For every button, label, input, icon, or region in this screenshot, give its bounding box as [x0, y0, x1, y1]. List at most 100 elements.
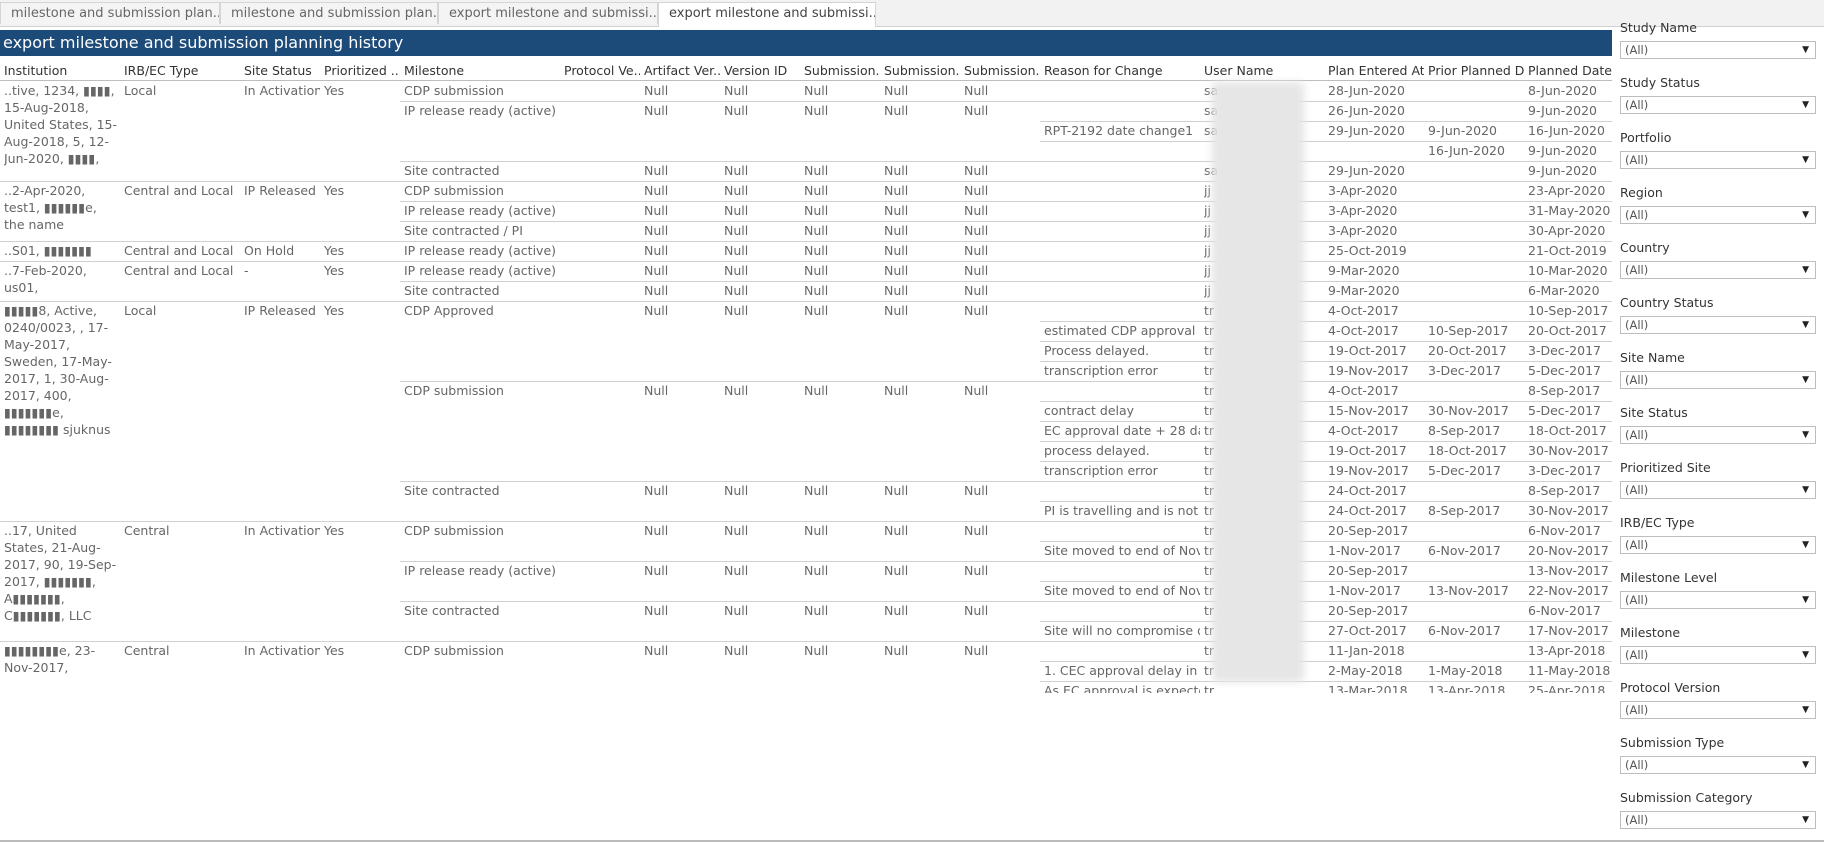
cell-institution: ..S01, ▮▮▮▮▮▮▮: [4, 243, 92, 258]
cell-artifact: Null: [644, 643, 669, 658]
filter-dropdown[interactable]: (All) ▼: [1620, 151, 1816, 169]
filter-dropdown[interactable]: (All) ▼: [1620, 536, 1816, 554]
filter-label: Submission Type: [1620, 735, 1725, 750]
chevron-down-icon[interactable]: ▼: [1802, 702, 1809, 718]
cell-entered: 29-Jun-2020: [1328, 163, 1405, 178]
cell-entered: 20-Sep-2017: [1328, 563, 1409, 578]
cell-sub1: Null: [804, 303, 829, 318]
sheet-tab-bar: milestone and submission plan... mileston…: [0, 0, 1824, 27]
cell-artifact: Null: [644, 83, 669, 98]
filter-value: (All): [1625, 373, 1649, 387]
filter-dropdown[interactable]: (All) ▼: [1620, 206, 1816, 224]
chevron-down-icon[interactable]: ▼: [1802, 647, 1809, 663]
milestone-divider: [400, 161, 1612, 162]
filter-value: (All): [1625, 813, 1649, 827]
chevron-down-icon[interactable]: ▼: [1802, 97, 1809, 113]
cell-sub2: Null: [884, 523, 909, 538]
row-divider: [1040, 441, 1612, 442]
sheet-tab-2[interactable]: milestone and submission plan...: [220, 2, 438, 24]
column-header-6[interactable]: Protocol Ve..: [564, 63, 640, 78]
column-header-13[interactable]: User Name: [1204, 63, 1324, 78]
filter-dropdown[interactable]: (All) ▼: [1620, 481, 1816, 499]
chevron-down-icon[interactable]: ▼: [1802, 537, 1809, 553]
cell-reason: 1. CEC approval delay in d..: [1044, 663, 1200, 678]
column-header-14[interactable]: Plan Entered At: [1328, 63, 1424, 78]
chevron-down-icon[interactable]: ▼: [1802, 152, 1809, 168]
column-header-16[interactable]: Planned Date: [1528, 63, 1612, 78]
cell-sub2: Null: [884, 483, 909, 498]
filter-dropdown[interactable]: (All) ▼: [1620, 811, 1816, 829]
chevron-down-icon[interactable]: ▼: [1802, 262, 1809, 278]
cell-milestone: CDP submission: [404, 183, 504, 198]
filter-label: Study Name: [1620, 20, 1697, 35]
milestone-divider: [400, 101, 1612, 102]
cell-site-status: In Activation: [244, 523, 320, 538]
filter-value: (All): [1625, 703, 1649, 717]
cell-entered: 29-Jun-2020: [1328, 123, 1405, 138]
filter-dropdown[interactable]: (All) ▼: [1620, 261, 1816, 279]
chevron-down-icon[interactable]: ▼: [1802, 207, 1809, 223]
column-header-7[interactable]: Artifact Ver..: [644, 63, 720, 78]
cell-artifact: Null: [644, 563, 669, 578]
row-divider: [1040, 541, 1612, 542]
chevron-down-icon[interactable]: ▼: [1802, 757, 1809, 773]
cell-sub2: Null: [884, 643, 909, 658]
cell-sub2: Null: [884, 263, 909, 278]
cell-sub2: Null: [884, 603, 909, 618]
sheet-tab-1[interactable]: milestone and submission plan...: [0, 2, 220, 24]
sheet-tab-4[interactable]: export milestone and submissi...: [658, 2, 876, 27]
filter-label: Site Status: [1620, 405, 1688, 420]
cell-sub1: Null: [804, 103, 829, 118]
column-header-12[interactable]: Reason for Change: [1044, 63, 1200, 78]
filter-dropdown[interactable]: (All) ▼: [1620, 96, 1816, 114]
filter-value: (All): [1625, 648, 1649, 662]
filter-dropdown[interactable]: (All) ▼: [1620, 41, 1816, 59]
sheet-tab-3[interactable]: export milestone and submissi...: [438, 2, 658, 24]
filter-dropdown[interactable]: (All) ▼: [1620, 371, 1816, 389]
column-header-4[interactable]: Prioritized ..: [324, 63, 400, 78]
column-header-10[interactable]: Submission..: [884, 63, 960, 78]
cell-version: Null: [724, 203, 749, 218]
cell-planned: 9-Jun-2020: [1528, 143, 1598, 158]
chevron-down-icon[interactable]: ▼: [1802, 812, 1809, 828]
column-header-8[interactable]: Version ID: [724, 63, 800, 78]
cell-artifact: Null: [644, 103, 669, 118]
filter-dropdown[interactable]: (All) ▼: [1620, 591, 1816, 609]
filter-dropdown[interactable]: (All) ▼: [1620, 701, 1816, 719]
cell-reason: PI is travelling and is not ..: [1044, 503, 1200, 518]
chevron-down-icon[interactable]: ▼: [1802, 42, 1809, 58]
cell-milestone: Site contracted: [404, 603, 500, 618]
cell-institution: ▮▮▮▮▮▮▮▮e, 23-Nov-2017,: [4, 643, 96, 675]
filter-dropdown[interactable]: (All) ▼: [1620, 646, 1816, 664]
cell-sub2: Null: [884, 203, 909, 218]
cell-version: Null: [724, 163, 749, 178]
chevron-down-icon[interactable]: ▼: [1802, 592, 1809, 608]
filter-dropdown[interactable]: (All) ▼: [1620, 316, 1816, 334]
group-divider: [0, 301, 1612, 302]
column-header-15[interactable]: Prior Planned D..: [1428, 63, 1524, 78]
chevron-down-icon[interactable]: ▼: [1802, 482, 1809, 498]
cell-planned: 18-Oct-2017: [1528, 423, 1607, 438]
chevron-down-icon[interactable]: ▼: [1802, 317, 1809, 333]
chevron-down-icon[interactable]: ▼: [1802, 372, 1809, 388]
column-header-3[interactable]: Site Status: [244, 63, 320, 78]
filter-dropdown[interactable]: (All) ▼: [1620, 756, 1816, 774]
column-header-1[interactable]: Institution: [4, 63, 120, 78]
cell-planned: 8-Jun-2020: [1528, 83, 1598, 98]
cell-prior: 13-Apr-2018: [1428, 683, 1506, 693]
cell-planned: 6-Mar-2020: [1528, 283, 1600, 298]
cell-planned: 5-Dec-2017: [1528, 363, 1601, 378]
cell-sub2: Null: [884, 223, 909, 238]
cell-institution: ..17, United States, 21-Aug-2017, 90, 19…: [4, 523, 117, 623]
cell-planned: 6-Nov-2017: [1528, 603, 1601, 618]
column-header-11[interactable]: Submission..: [964, 63, 1040, 78]
column-header-5[interactable]: Milestone: [404, 63, 560, 78]
data-table[interactable]: Institution IRB/EC Type Site Status Priorit…: [0, 58, 1612, 693]
cell-version: Null: [724, 243, 749, 258]
cell-planned: 30-Nov-2017: [1528, 503, 1609, 518]
column-header-9[interactable]: Submission..: [804, 63, 880, 78]
column-header-2[interactable]: IRB/EC Type: [124, 63, 240, 78]
chevron-down-icon[interactable]: ▼: [1802, 427, 1809, 443]
cell-sub1: Null: [804, 163, 829, 178]
filter-dropdown[interactable]: (All) ▼: [1620, 426, 1816, 444]
